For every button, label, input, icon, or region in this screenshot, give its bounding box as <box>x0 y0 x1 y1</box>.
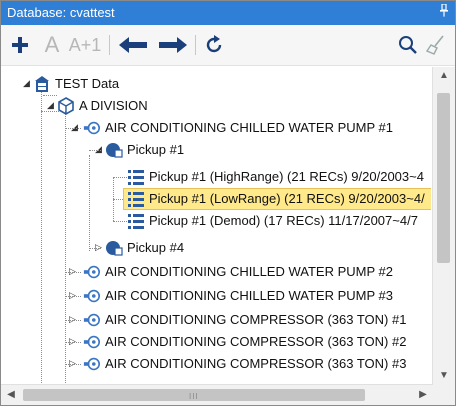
font-increase-label: A+1 <box>68 34 102 55</box>
tree-node-label: AIR CONDITIONING CHILLED WATER PUMP #3 <box>105 288 393 303</box>
tree-connector <box>113 221 127 222</box>
tree-node-label: Pickup #1 (HighRange) (21 RECs) 9/20/200… <box>149 169 424 184</box>
tree-node-label: AIR CONDITIONING COMPRESSOR (363 TON) #2 <box>105 334 407 349</box>
tree-node-label: AIR CONDITIONING COMPRESSOR (363 TON) #1 <box>105 312 407 327</box>
tree-node-machine[interactable]: AIR CONDITIONING COMPRESSOR (363 TON) #1 <box>83 309 406 331</box>
tree-node-dataset[interactable]: Pickup #1 (Demod) (17 RECs) 11/17/2007~4… <box>127 210 418 232</box>
tree-connector <box>41 89 42 385</box>
pump-icon <box>83 355 101 373</box>
refresh-icon[interactable] <box>203 31 225 59</box>
dataset-icon <box>127 168 145 186</box>
tree-node-dataset[interactable]: Pickup #1 (HighRange) (21 RECs) 9/20/200… <box>127 166 424 188</box>
panel-title: Database: cvattest <box>7 5 115 20</box>
tree-node-label: Pickup #1 (LowRange) (21 RECs) 9/20/2003… <box>149 191 425 206</box>
font-button[interactable]: A <box>43 31 61 59</box>
tree-connector <box>65 296 81 297</box>
scroll-right-icon[interactable]: ▶ <box>413 385 433 405</box>
tree-node-label: TEST Data <box>55 76 120 91</box>
pump-icon <box>83 311 101 329</box>
tree-node-label: AIR CONDITIONING CHILLED WATER PUMP #2 <box>105 264 393 279</box>
pump-icon <box>83 119 101 137</box>
horizontal-scrollbar[interactable]: ◀ III ▶ <box>1 384 433 405</box>
tree-connector <box>113 177 127 178</box>
scroll-down-icon[interactable]: ▼ <box>433 367 455 385</box>
cube-icon <box>57 97 75 115</box>
arrow-left-icon[interactable] <box>117 31 149 59</box>
tree-node-label: AIR CONDITIONING CHILLED WATER PUMP #1 <box>105 120 393 135</box>
collapse-toggle[interactable]: ◢ <box>47 101 56 110</box>
database-panel: Database: cvattest A A+1 ◢ TEST Data ◢ A… <box>0 0 456 406</box>
tree-connector <box>65 111 66 385</box>
tree-node-label: Pickup #4 <box>127 240 185 255</box>
scroll-grip: III <box>189 392 199 401</box>
broom-icon[interactable] <box>425 31 447 59</box>
horizontal-scroll-thumb[interactable]: III <box>23 389 365 401</box>
search-icon[interactable] <box>397 31 419 59</box>
tree-node-machine[interactable]: AIR CONDITIONING COMPRESSOR (363 TON) #2 <box>83 331 406 353</box>
database-icon <box>33 75 51 93</box>
scroll-up-icon[interactable]: ▲ <box>433 67 455 85</box>
tree-node-machine[interactable]: AIR CONDITIONING COMPRESSOR (363 TON) #3 <box>83 353 406 375</box>
tree-connector <box>89 248 101 249</box>
tree-connector <box>113 199 123 200</box>
toolbar-separator <box>109 35 110 55</box>
vertical-scrollbar[interactable]: ▲ ▼ <box>432 67 455 385</box>
tree-view: ◢ TEST Data ◢ A DIVISION ◢ AIR CONDITION… <box>1 67 431 385</box>
toolbar-separator <box>195 35 196 55</box>
pump-icon <box>83 287 101 305</box>
tree-node-machine[interactable]: AIR CONDITIONING CHILLED WATER PUMP #3 <box>83 285 393 307</box>
tree-node-machine[interactable]: AIR CONDITIONING CHILLED WATER PUMP #1 <box>83 117 393 139</box>
pickup-icon <box>105 141 123 159</box>
arrow-right-icon[interactable] <box>157 31 189 59</box>
tree-node-machine[interactable]: AIR CONDITIONING CHILLED WATER PUMP #2 <box>83 261 393 283</box>
font-label: A <box>44 32 60 57</box>
tree-connector <box>65 342 81 343</box>
tree-node-label: Pickup #1 <box>127 142 185 157</box>
pump-icon <box>83 263 101 281</box>
scrollbar-corner <box>433 385 455 405</box>
tree-node-pickup[interactable]: Pickup #1 <box>105 139 184 161</box>
tree-connector <box>89 150 101 151</box>
pin-icon[interactable] <box>439 3 449 20</box>
toolbar: A A+1 <box>1 25 455 66</box>
tree-node-label: A DIVISION <box>79 98 148 113</box>
vertical-scroll-thumb[interactable] <box>437 93 450 263</box>
pickup-icon <box>105 239 123 257</box>
pump-icon <box>83 333 101 351</box>
tree-connector <box>65 272 81 273</box>
tree-connector <box>65 128 81 129</box>
tree-connector <box>43 95 57 96</box>
tree-connector <box>65 364 81 365</box>
tree-connector <box>89 155 90 251</box>
panel-titlebar: Database: cvattest <box>1 1 455 25</box>
tree-node-division[interactable]: A DIVISION <box>57 95 148 117</box>
plus-icon[interactable] <box>9 31 31 59</box>
tree-node-label: Pickup #1 (Demod) (17 RECs) 11/17/2007~4… <box>149 213 418 228</box>
dataset-icon <box>127 190 145 208</box>
collapse-toggle[interactable]: ◢ <box>23 79 32 88</box>
tree-node-dataset-selected[interactable]: Pickup #1 (LowRange) (21 RECs) 9/20/2003… <box>123 188 431 210</box>
tree-connector <box>65 320 81 321</box>
tree-node-root[interactable]: TEST Data <box>33 73 119 95</box>
tree-node-pickup[interactable]: Pickup #4 <box>105 237 184 259</box>
dataset-icon <box>127 212 145 230</box>
tree-node-label: AIR CONDITIONING COMPRESSOR (363 TON) #3 <box>105 356 407 371</box>
scroll-left-icon[interactable]: ◀ <box>1 385 21 405</box>
font-increase-button[interactable]: A+1 <box>67 31 103 59</box>
